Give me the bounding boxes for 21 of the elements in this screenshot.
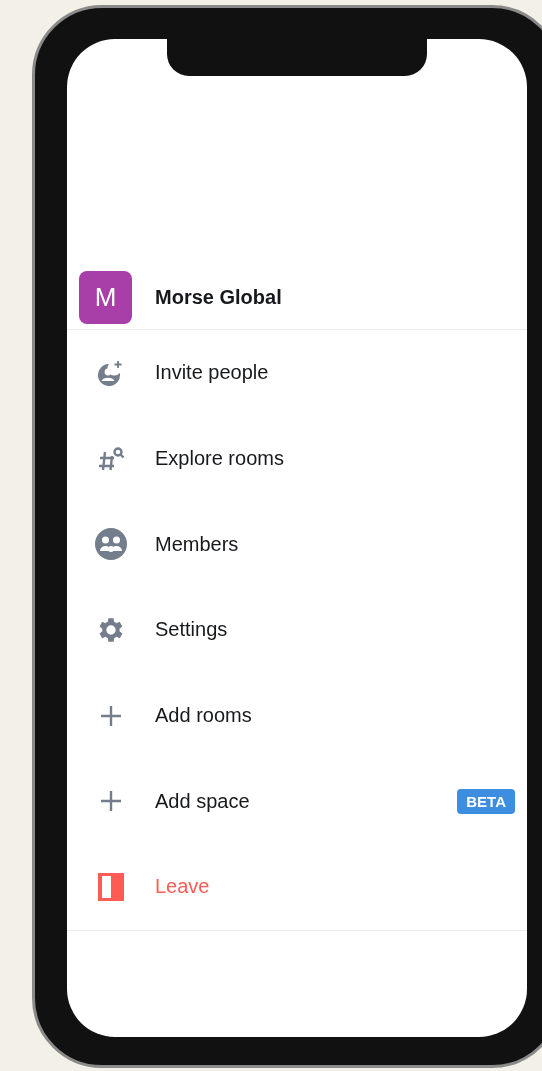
menu-item[interactable]: Add rooms xyxy=(67,672,527,759)
menu-item[interactable]: Explore rooms xyxy=(67,415,527,502)
beta-badge: BETA xyxy=(457,788,515,814)
menu-item-label: Explore rooms xyxy=(155,447,285,471)
menu-item-label: Leave xyxy=(155,875,211,899)
menu-item[interactable]: Invite people xyxy=(67,330,527,416)
menu-item-label: Settings xyxy=(155,618,229,642)
menu-item-label: Invite people xyxy=(155,361,270,385)
plus-icon xyxy=(100,704,122,727)
menu-item-label: Add space xyxy=(155,789,251,813)
people-group-icon xyxy=(94,527,128,562)
space-avatar: M xyxy=(79,270,132,324)
menu-item-label: Members xyxy=(155,532,240,556)
space-name: Morse Global xyxy=(155,285,282,309)
menu-item[interactable]: Add space BETA xyxy=(67,758,527,845)
menu-item[interactable]: Members xyxy=(67,501,527,588)
plus-icon xyxy=(100,790,122,813)
menu-item-label: Add rooms xyxy=(155,704,253,728)
door-icon xyxy=(98,871,124,902)
hash-search-icon xyxy=(97,445,125,472)
menu-item[interactable]: Settings xyxy=(67,587,527,673)
